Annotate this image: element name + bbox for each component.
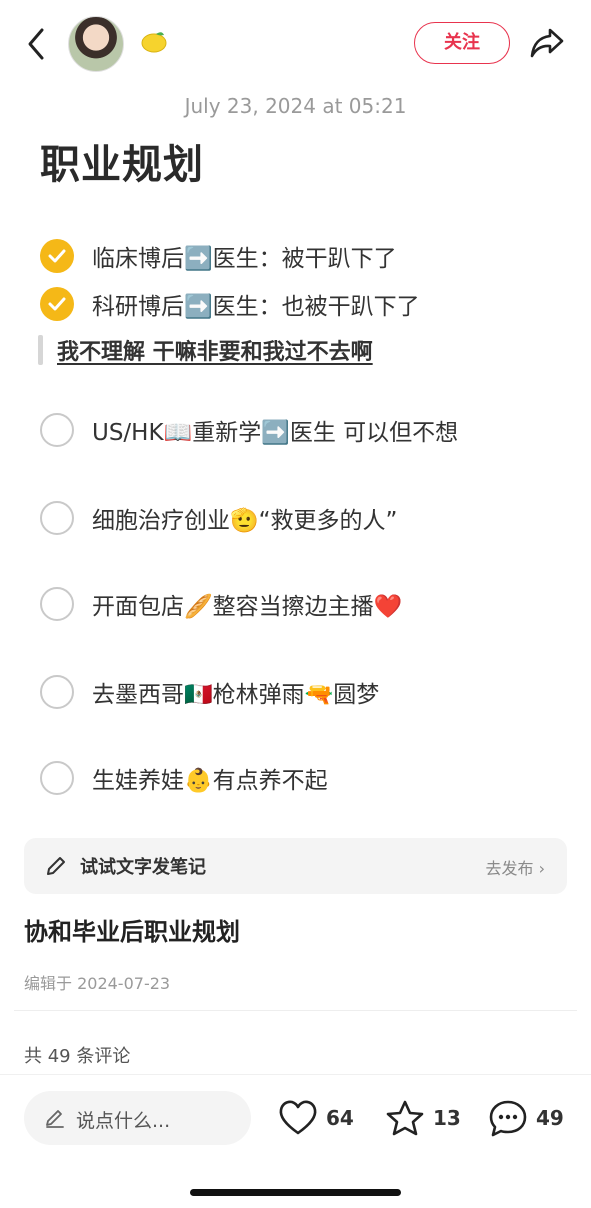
- empty-circle-icon: [40, 587, 74, 621]
- share-arrow-icon: [530, 28, 564, 58]
- quote-block: 我不理解 干嘛非要和我过不去啊: [38, 334, 373, 366]
- edited-date: 编辑于 2024-07-23: [24, 974, 171, 993]
- comments-total: 共 49 条评论: [24, 1046, 131, 1067]
- write-note-label: 试试文字发笔记: [80, 857, 206, 878]
- task-text: US/HK📖重新学➡️医生 可以但不想: [92, 420, 459, 446]
- empty-circle-icon: [40, 413, 74, 447]
- comment-input-placeholder: 说点什么...: [76, 1110, 171, 1132]
- back-button[interactable]: [22, 24, 54, 64]
- favorite-button[interactable]: 13: [385, 1097, 461, 1139]
- task-item: 临床博后➡️医生：被干趴下了: [40, 236, 397, 276]
- chevron-left-icon: [28, 28, 44, 60]
- empty-circle-icon: [40, 501, 74, 535]
- write-note-banner[interactable]: 试试文字发笔记 去发布 ›: [24, 838, 567, 894]
- checked-circle-icon: [40, 287, 74, 321]
- follow-button[interactable]: 关注: [414, 22, 510, 64]
- task-text: 生娃养娃👶有点养不起: [92, 768, 328, 794]
- task-text: 去墨西哥🇲🇽枪林弹雨🔫圆梦: [92, 682, 380, 708]
- favorite-count: 13: [433, 1106, 461, 1130]
- task-item: US/HK📖重新学➡️医生 可以但不想: [40, 410, 458, 450]
- comment-count: 49: [536, 1106, 564, 1130]
- task-item: 细胞治疗创业🫡“救更多的人”: [40, 498, 397, 538]
- comment-button[interactable]: 49: [488, 1097, 564, 1139]
- lemon-icon: [140, 30, 168, 54]
- divider: [14, 1010, 577, 1011]
- top-bar: 关注: [0, 0, 591, 88]
- bottom-action-bar: 说点什么... 64 13 49: [0, 1074, 591, 1208]
- share-button[interactable]: [528, 26, 566, 60]
- empty-circle-icon: [40, 675, 74, 709]
- pencil-icon: [44, 854, 68, 878]
- task-text: 临床博后➡️医生：被干趴下了: [92, 246, 397, 272]
- post-title: 协和毕业后职业规划: [24, 918, 240, 946]
- heart-icon: [279, 1100, 317, 1135]
- like-count: 64: [326, 1106, 354, 1130]
- note-date: July 23, 2024 at 05:21: [184, 94, 407, 118]
- checked-circle-icon: [40, 239, 74, 273]
- task-item: 去墨西哥🇲🇽枪林弹雨🔫圆梦: [40, 672, 379, 712]
- task-text: 细胞治疗创业🫡“救更多的人”: [92, 508, 398, 534]
- note-title: 职业规划: [40, 142, 204, 188]
- empty-circle-icon: [40, 761, 74, 795]
- task-item: 开面包店🥖整容当擦边主播❤️: [40, 584, 402, 624]
- quote-text: 我不理解 干嘛非要和我过不去啊: [57, 340, 373, 365]
- home-indicator: [190, 1189, 401, 1196]
- like-button[interactable]: 64: [278, 1097, 354, 1139]
- star-icon: [386, 1100, 424, 1136]
- pencil-icon: [46, 1110, 64, 1128]
- comment-input[interactable]: 说点什么...: [24, 1091, 251, 1145]
- task-item: 生娃养娃👶有点养不起: [40, 758, 328, 798]
- go-publish-link[interactable]: 去发布 ›: [486, 855, 546, 879]
- comment-bubble-icon: [489, 1100, 527, 1137]
- task-item: 科研博后➡️医生：也被干趴下了: [40, 284, 420, 324]
- task-text: 开面包店🥖整容当擦边主播❤️: [92, 594, 403, 620]
- task-text: 科研博后➡️医生：也被干趴下了: [92, 294, 420, 320]
- author-avatar[interactable]: [68, 16, 124, 72]
- quote-bar: [38, 335, 43, 365]
